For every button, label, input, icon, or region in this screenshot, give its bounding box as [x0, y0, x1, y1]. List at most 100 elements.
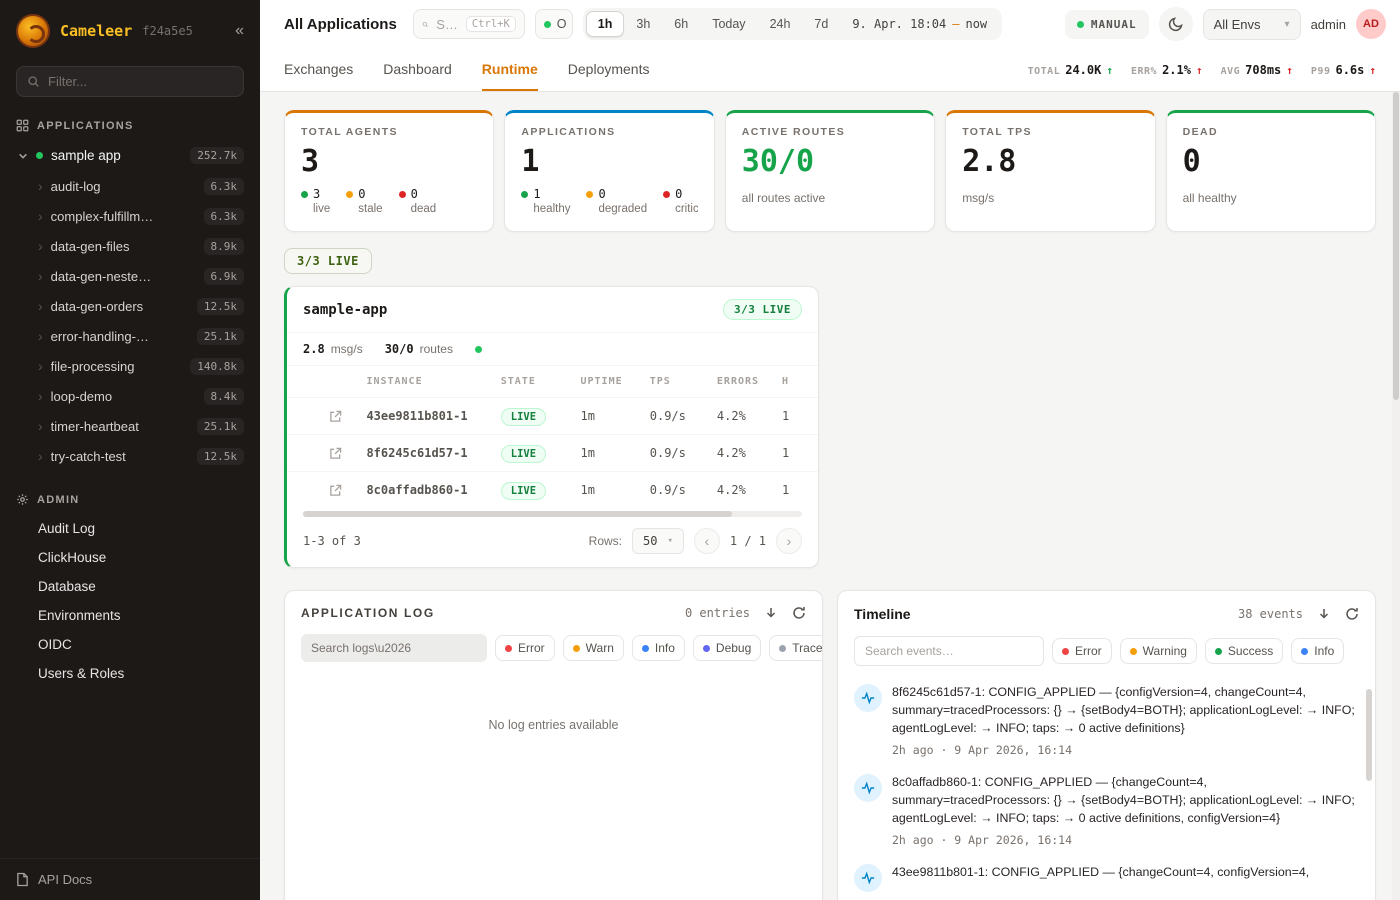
tab-exchanges[interactable]: Exchanges	[284, 48, 353, 91]
timeline-search-input[interactable]	[854, 636, 1044, 666]
timeline-event[interactable]: 43ee9811b801-1: CONFIG_APPLIED — {change…	[854, 864, 1357, 892]
sidebar-route-item[interactable]: ›try-catch-test12.5k	[0, 441, 260, 471]
dark-mode-toggle[interactable]	[1159, 7, 1193, 41]
card-value: 30/0	[742, 147, 918, 177]
chevron-right-icon: ›	[38, 239, 43, 253]
sidebar-route-item[interactable]: ›file-processing140.8k	[0, 351, 260, 381]
sidebar-route-item[interactable]: ›complex-fulfillm…6.3k	[0, 201, 260, 231]
download-button[interactable]	[1317, 607, 1331, 621]
external-link-icon[interactable]	[329, 410, 342, 423]
sidebar-item-environments[interactable]: Environments	[0, 601, 260, 630]
user-avatar[interactable]: AD	[1356, 9, 1386, 39]
breakdown-item: 3live	[301, 187, 330, 215]
prev-page-button[interactable]: ‹	[694, 528, 720, 554]
table-row[interactable]: 43ee9811b801-1 LIVE 1m 0.9/s 4.2% 1	[287, 398, 818, 435]
rows-per-page-select[interactable]: 50 ▾	[632, 528, 684, 554]
breakdown-label: critical	[663, 203, 698, 215]
time-range-1h[interactable]: 1h	[586, 11, 625, 37]
application-log-panel: APPLICATION LOG 0 entries Error Warn Inf…	[284, 590, 823, 900]
time-range-24h[interactable]: 24h	[758, 11, 803, 37]
time-range-3h[interactable]: 3h	[624, 11, 662, 37]
card-value: 1	[521, 147, 697, 177]
table-horizontal-scrollbar[interactable]	[303, 511, 802, 517]
route-label: file-processing	[51, 359, 183, 374]
api-docs-label: API Docs	[38, 872, 92, 887]
card-title: DEAD	[1183, 126, 1359, 138]
refresh-button[interactable]	[1345, 607, 1359, 621]
sidebar-item-database[interactable]: Database	[0, 572, 260, 601]
api-docs-link[interactable]: API Docs	[0, 858, 260, 900]
timeline-event[interactable]: 8c0affadb860-1: CONFIG_APPLIED — {change…	[854, 774, 1357, 847]
online-status-chip[interactable]: O	[535, 9, 573, 39]
global-search-input[interactable]: S… Ctrl+K	[413, 9, 525, 39]
stat-value: 708ms	[1245, 63, 1281, 77]
timeline-event[interactable]: 8f6245c61d57-1: CONFIG_APPLIED — {config…	[854, 684, 1357, 757]
time-range-6h[interactable]: 6h	[662, 11, 700, 37]
filter-input[interactable]: Filter...	[16, 66, 244, 97]
sidebar-route-item[interactable]: ›loop-demo8.4k	[0, 381, 260, 411]
stat-label: P99	[1311, 66, 1331, 77]
sidebar-item-clickhouse[interactable]: ClickHouse	[0, 543, 260, 572]
timeline-filter-info[interactable]: Info	[1291, 638, 1344, 664]
sidebar-route-item[interactable]: ›data-gen-neste…6.9k	[0, 261, 260, 291]
event-avatar	[854, 864, 882, 892]
timeline-filter-error[interactable]: Error	[1052, 638, 1112, 664]
col-state: STATE	[495, 366, 575, 398]
live-filter-chip[interactable]: 3/3 LIVE	[284, 248, 372, 274]
sidebar-route-item[interactable]: ›error-handling-…25.1k	[0, 321, 260, 351]
sidebar-item-audit-log[interactable]: Audit Log	[0, 514, 260, 543]
external-link-icon[interactable]	[329, 447, 342, 460]
timeline-scrollbar-thumb[interactable]	[1366, 689, 1372, 781]
sidebar-route-item[interactable]: ›data-gen-orders12.5k	[0, 291, 260, 321]
tab-deployments[interactable]: Deployments	[568, 48, 650, 91]
tab-dashboard[interactable]: Dashboard	[383, 48, 452, 91]
timeline-events-count: 38 events	[1238, 607, 1303, 621]
sidebar-app-sample-app[interactable]: sample app 252.7k	[0, 140, 260, 171]
sidebar-item-oidc[interactable]: OIDC	[0, 630, 260, 659]
refresh-mode-button[interactable]: MANUAL	[1065, 10, 1149, 39]
sidebar-route-item[interactable]: ›data-gen-files8.9k	[0, 231, 260, 261]
breakdown-item: 0dead	[399, 187, 437, 215]
log-filter-trace[interactable]: Trace	[769, 635, 823, 661]
sidebar-route-item[interactable]: ›timer-heartbeat25.1k	[0, 411, 260, 441]
timeline-filter-warning[interactable]: Warning	[1120, 638, 1197, 664]
scrollbar-thumb[interactable]	[303, 511, 732, 517]
log-search-input[interactable]	[301, 634, 487, 662]
page-scrollbar[interactable]	[1392, 92, 1400, 900]
table-pagination: 1-3 of 3 Rows: 50 ▾ ‹ 1 / 1 ›	[287, 517, 818, 567]
log-filter-info[interactable]: Info	[632, 635, 685, 661]
time-range-display[interactable]: 9. Apr. 18:04 – now	[840, 17, 999, 31]
route-count-badge: 6.3k	[204, 178, 245, 195]
table-row[interactable]: 8c0affadb860-1 LIVE 1m 0.9/s 4.2% 1	[287, 472, 818, 509]
refresh-icon	[1345, 607, 1359, 621]
log-filter-debug[interactable]: Debug	[693, 635, 761, 661]
app-label: sample app	[51, 148, 121, 163]
next-page-button[interactable]: ›	[776, 528, 802, 554]
breakdown-label: live	[301, 203, 330, 215]
route-count-badge: 25.1k	[197, 418, 244, 435]
application-name[interactable]: sample-app	[303, 302, 387, 318]
log-filter-error[interactable]: Error	[495, 635, 555, 661]
admin-section-label: ADMIN	[37, 494, 80, 506]
sidebar-collapse-button[interactable]: «	[235, 22, 244, 40]
chevron-right-icon: ›	[38, 299, 43, 313]
card-value: 3	[301, 147, 477, 177]
chevron-right-icon: ›	[38, 359, 43, 373]
route-label: timer-heartbeat	[51, 419, 189, 434]
timeline-filter-success[interactable]: Success	[1205, 638, 1283, 664]
external-link-icon[interactable]	[329, 484, 342, 497]
refresh-button[interactable]	[792, 606, 806, 620]
sidebar-item-users-roles[interactable]: Users & Roles	[0, 659, 260, 688]
log-filter-warn[interactable]: Warn	[563, 635, 624, 661]
time-range-today[interactable]: Today	[700, 11, 757, 37]
user-name: admin	[1311, 17, 1346, 32]
download-button[interactable]	[764, 606, 778, 620]
sidebar-route-item[interactable]: ›audit-log6.3k	[0, 171, 260, 201]
tab-runtime[interactable]: Runtime	[482, 48, 538, 91]
card-active-routes: ACTIVE ROUTES 30/0 all routes active	[725, 110, 935, 232]
scrollbar-thumb[interactable]	[1393, 92, 1399, 400]
env-select[interactable]: All Envs ▾	[1203, 9, 1301, 40]
time-range-7d[interactable]: 7d	[802, 11, 840, 37]
table-row[interactable]: 8f6245c61d57-1 LIVE 1m 0.9/s 4.2% 1	[287, 435, 818, 472]
chip-label: Success	[1228, 644, 1273, 658]
